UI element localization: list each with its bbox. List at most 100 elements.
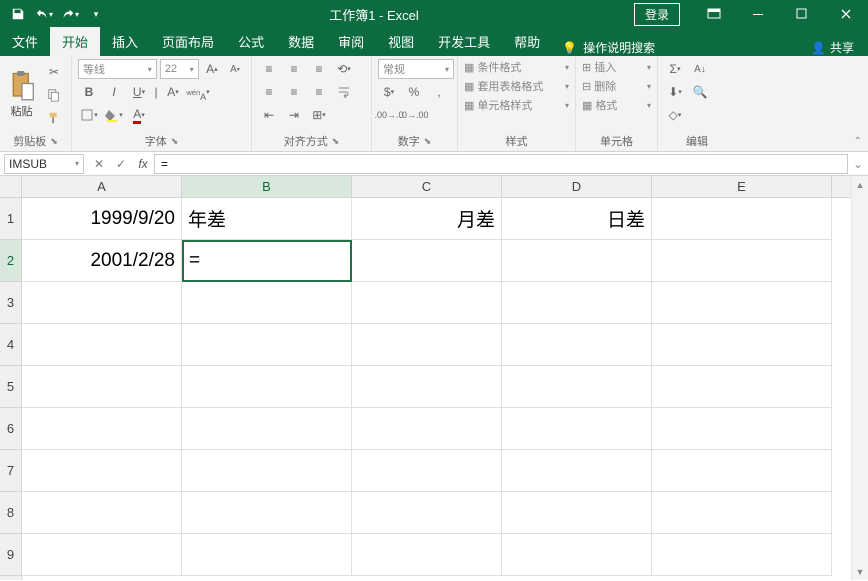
row-head-7[interactable]: 7	[0, 450, 21, 492]
cell-B5[interactable]	[182, 366, 352, 408]
font-props-icon[interactable]: A▾	[162, 82, 184, 102]
tab-insert[interactable]: 插入	[100, 27, 150, 56]
align-center-icon[interactable]: ≡	[283, 82, 305, 102]
scroll-down-icon[interactable]: ▼	[852, 563, 868, 580]
clipboard-dialog-icon[interactable]: ⬊	[50, 136, 58, 147]
row-head-8[interactable]: 8	[0, 492, 21, 534]
login-button[interactable]: 登录	[634, 3, 680, 26]
tell-me[interactable]: 💡 操作说明搜索	[552, 39, 665, 56]
cell-A8[interactable]	[22, 492, 182, 534]
font-size-combo[interactable]: 22▾	[160, 59, 199, 79]
cell-B8[interactable]	[182, 492, 352, 534]
decrease-decimal-icon[interactable]: .0→.00	[403, 105, 425, 125]
cell-D1[interactable]: 日差	[502, 198, 652, 240]
align-middle-icon[interactable]: ≡	[283, 59, 305, 79]
cell-C9[interactable]	[352, 534, 502, 576]
cell-E5[interactable]	[652, 366, 832, 408]
clear-icon[interactable]: ◇▾	[664, 105, 686, 125]
decrease-indent-icon[interactable]: ⇤	[258, 105, 280, 125]
wrap-text-icon[interactable]	[333, 82, 355, 102]
select-all-corner[interactable]	[0, 176, 22, 198]
cell-D5[interactable]	[502, 366, 652, 408]
cell-C6[interactable]	[352, 408, 502, 450]
format-cells-button[interactable]: ▦格式▾	[582, 97, 651, 113]
cell-B1[interactable]: 年差	[182, 198, 352, 240]
number-dialog-icon[interactable]: ⬊	[424, 136, 432, 147]
vertical-scrollbar[interactable]: ▲ ▼	[851, 176, 868, 580]
tab-developer[interactable]: 开发工具	[426, 27, 502, 56]
cell-C5[interactable]	[352, 366, 502, 408]
cell-A2[interactable]: 2001/2/28	[22, 240, 182, 282]
qat-customize-icon[interactable]: ▾	[84, 3, 108, 25]
col-head-B[interactable]: B	[182, 176, 352, 197]
format-table-button[interactable]: ▦套用表格格式▾	[464, 78, 569, 94]
delete-cells-button[interactable]: ⊟删除▾	[582, 78, 651, 94]
cell-E3[interactable]	[652, 282, 832, 324]
ribbon-display-icon[interactable]	[692, 0, 736, 28]
align-right-icon[interactable]: ≡	[308, 82, 330, 102]
save-icon[interactable]	[6, 3, 30, 25]
cell-E4[interactable]	[652, 324, 832, 366]
font-dialog-icon[interactable]: ⬊	[171, 136, 179, 147]
cell-A7[interactable]	[22, 450, 182, 492]
find-icon[interactable]: 🔍	[689, 82, 711, 102]
cell-D7[interactable]	[502, 450, 652, 492]
row-headers[interactable]: 123456789	[0, 198, 22, 580]
tab-layout[interactable]: 页面布局	[150, 27, 226, 56]
tab-file[interactable]: 文件	[0, 27, 50, 56]
cell-B6[interactable]	[182, 408, 352, 450]
sort-filter-icon[interactable]: A↓	[689, 59, 711, 79]
cells-area[interactable]: 1999/9/20年差月差日差2001/2/28=	[22, 198, 851, 580]
comma-icon[interactable]: ,	[428, 82, 450, 102]
cell-E8[interactable]	[652, 492, 832, 534]
phonetic-icon[interactable]: wénA▾	[187, 82, 209, 102]
cell-A6[interactable]	[22, 408, 182, 450]
align-top-icon[interactable]: ≡	[258, 59, 280, 79]
insert-cells-button[interactable]: ⊞插入▾	[582, 59, 651, 75]
increase-decimal-icon[interactable]: .00→.0	[378, 105, 400, 125]
cell-styles-button[interactable]: ▦单元格样式▾	[464, 97, 569, 113]
redo-icon[interactable]: ▾	[58, 3, 82, 25]
cell-D6[interactable]	[502, 408, 652, 450]
cell-C3[interactable]	[352, 282, 502, 324]
col-head-D[interactable]: D	[502, 176, 652, 197]
increase-indent-icon[interactable]: ⇥	[283, 105, 305, 125]
autosum-icon[interactable]: Σ▾	[664, 59, 686, 79]
column-headers[interactable]: ABCDE	[22, 176, 851, 198]
name-box[interactable]: IMSUB▾	[4, 154, 84, 174]
fill-icon[interactable]: ⬇▾	[664, 82, 686, 102]
cell-B7[interactable]	[182, 450, 352, 492]
format-painter-icon[interactable]	[43, 108, 65, 128]
enter-icon[interactable]: ✓	[110, 154, 132, 174]
merge-icon[interactable]: ⊞▾	[308, 105, 330, 125]
collapse-ribbon-icon[interactable]: ⌃	[854, 136, 862, 147]
cell-E6[interactable]	[652, 408, 832, 450]
fx-icon[interactable]: fx	[132, 154, 154, 174]
cell-A1[interactable]: 1999/9/20	[22, 198, 182, 240]
tab-formulas[interactable]: 公式	[226, 27, 276, 56]
cell-A5[interactable]	[22, 366, 182, 408]
row-head-5[interactable]: 5	[0, 366, 21, 408]
increase-font-icon[interactable]: A▴	[202, 59, 222, 79]
align-bottom-icon[interactable]: ≡	[308, 59, 330, 79]
cell-D4[interactable]	[502, 324, 652, 366]
currency-icon[interactable]: $▾	[378, 82, 400, 102]
maximize-icon[interactable]	[780, 0, 824, 28]
row-head-2[interactable]: 2	[0, 240, 21, 282]
number-format-combo[interactable]: 常规▾	[378, 59, 454, 79]
fill-color-icon[interactable]: ▾	[103, 105, 125, 125]
align-dialog-icon[interactable]: ⬊	[332, 136, 340, 147]
worksheet-grid[interactable]: ABCDE 123456789 1999/9/20年差月差日差2001/2/28…	[0, 176, 868, 580]
cell-A4[interactable]	[22, 324, 182, 366]
cell-D8[interactable]	[502, 492, 652, 534]
row-head-1[interactable]: 1	[0, 198, 21, 240]
share-button[interactable]: 👤 共享	[797, 39, 868, 56]
cell-A3[interactable]	[22, 282, 182, 324]
tab-review[interactable]: 审阅	[326, 27, 376, 56]
percent-icon[interactable]: %	[403, 82, 425, 102]
paste-button[interactable]: 粘贴	[6, 59, 37, 131]
minimize-icon[interactable]	[736, 0, 780, 28]
cell-C7[interactable]	[352, 450, 502, 492]
font-color-icon[interactable]: A▾	[128, 105, 150, 125]
tab-help[interactable]: 帮助	[502, 27, 552, 56]
